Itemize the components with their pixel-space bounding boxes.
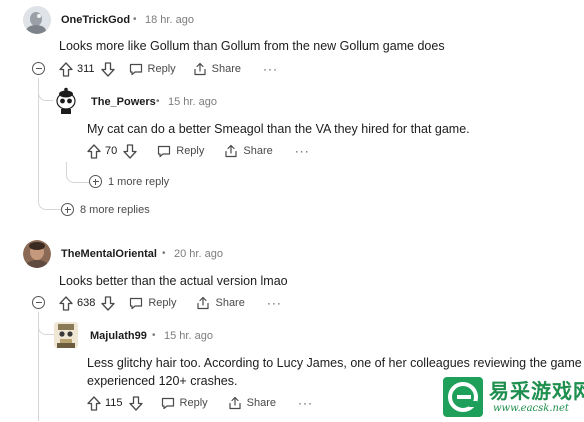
share-button[interactable]: Share [224, 144, 273, 158]
share-button[interactable]: Share [228, 396, 276, 410]
share-label: Share [246, 397, 277, 409]
collapse-icon[interactable] [32, 62, 45, 75]
reply-icon [129, 63, 142, 75]
reply-icon [130, 297, 143, 309]
timestamp[interactable]: 20 hr. ago [174, 248, 223, 260]
vote-count: 115 [105, 397, 123, 409]
avatar[interactable] [54, 322, 78, 348]
thread-connector [66, 162, 89, 183]
timestamp[interactable]: 18 hr. ago [145, 14, 194, 26]
upvote-icon[interactable] [59, 61, 73, 77]
reply-label: Reply [147, 63, 176, 75]
share-icon [194, 62, 206, 76]
more-options-button[interactable]: ··· [263, 62, 278, 76]
watermark: 易采游戏网 www.eacsk.net [437, 373, 584, 421]
upvote-icon[interactable] [87, 395, 101, 411]
share-label: Share [215, 297, 245, 309]
expand-icon [61, 203, 74, 216]
username[interactable]: TheMentalOriental [61, 248, 157, 260]
downvote-icon[interactable] [100, 61, 115, 77]
downvote-icon[interactable] [128, 395, 143, 411]
vote-count: 311 [77, 63, 95, 75]
more-replies-button[interactable]: 1 more reply [89, 175, 169, 188]
more-options-button[interactable]: ··· [267, 296, 282, 310]
avatar[interactable] [23, 6, 51, 34]
upvote-icon[interactable] [87, 143, 101, 159]
reply-button[interactable]: Reply [129, 297, 176, 310]
more-options-button[interactable]: ··· [295, 144, 310, 158]
avatar[interactable] [53, 87, 79, 115]
comment-actions: 638 Reply Share ··· [59, 294, 282, 312]
reply-label: Reply [179, 397, 208, 409]
share-icon [225, 144, 237, 158]
share-icon [197, 296, 210, 310]
username[interactable]: The_Powers [91, 96, 156, 108]
username[interactable]: OneTrickGod [61, 14, 130, 26]
comment-body: Looks better than the actual version lma… [59, 274, 288, 288]
separator-dot: • [156, 96, 160, 107]
timestamp[interactable]: 15 hr. ago [168, 96, 217, 108]
share-button[interactable]: Share [196, 296, 245, 310]
collapse-icon[interactable] [32, 296, 45, 309]
more-replies-label: 1 more reply [108, 175, 170, 188]
upvote-icon[interactable] [59, 295, 73, 311]
expand-icon [89, 175, 102, 188]
comment-body-line: Less glitchy hair too. According to Lucy… [87, 356, 582, 370]
watermark-url: www.eacsk.net [493, 403, 569, 414]
separator-dot: • [133, 14, 137, 25]
separator-dot: • [162, 248, 166, 259]
share-button[interactable]: Share [193, 62, 241, 76]
comment-body: My cat can do a better Smeagol than the … [87, 122, 470, 136]
downvote-icon[interactable] [123, 143, 137, 159]
comment-actions: 70 Reply Share ··· [87, 142, 310, 160]
watermark-title: 易采游戏网 [489, 379, 584, 403]
reply-button[interactable]: Reply [129, 63, 176, 76]
avatar[interactable] [23, 240, 51, 268]
share-icon [229, 396, 241, 410]
reply-icon [161, 397, 174, 409]
watermark-logo-icon [443, 377, 483, 417]
more-options-button[interactable]: ··· [298, 396, 313, 410]
reply-button[interactable]: Reply [161, 397, 208, 410]
username[interactable]: Majulath99 [90, 330, 147, 342]
reply-icon [158, 145, 171, 157]
vote-count: 638 [77, 297, 96, 309]
reply-button[interactable]: Reply [157, 145, 204, 158]
downvote-icon[interactable] [101, 295, 116, 311]
more-replies-button[interactable]: 8 more replies [61, 203, 150, 216]
reply-label: Reply [148, 297, 177, 309]
vote-count: 70 [105, 145, 118, 157]
comment-actions: 311 Reply Share ··· [59, 60, 278, 78]
more-replies-label: 8 more replies [80, 203, 150, 216]
thread-connector [38, 190, 61, 210]
separator-dot: • [152, 330, 156, 341]
share-label: Share [243, 145, 273, 157]
comment-actions: 115 Reply Share ··· [87, 394, 313, 412]
timestamp[interactable]: 15 hr. ago [164, 330, 213, 342]
share-label: Share [211, 63, 242, 75]
comment-body: Looks more like Gollum than Gollum from … [59, 39, 445, 53]
reply-label: Reply [176, 145, 205, 157]
